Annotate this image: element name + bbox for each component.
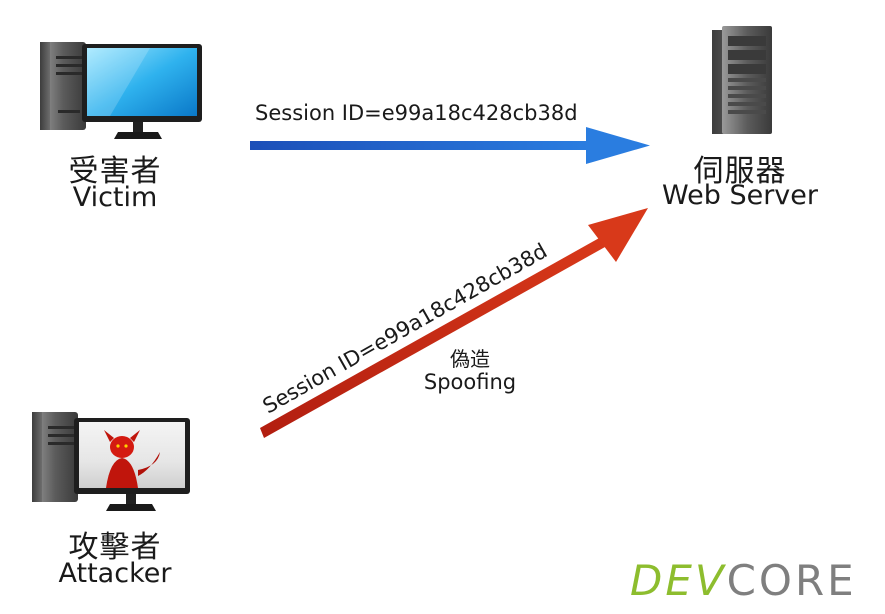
logo-dev: DEV [630, 556, 727, 605]
victim-request-arrow [250, 127, 650, 164]
attacker-computer-icon [32, 412, 190, 511]
victim-computer-icon [40, 42, 202, 139]
victim-name-en: Victim [72, 182, 158, 213]
attacker-request-arrow [260, 208, 648, 438]
victim-session-label: Session ID=e99a18c428cb38d [255, 101, 578, 125]
spoofing-label-en: Spoofing [423, 370, 517, 394]
spoofing-label-zh: 偽造 [450, 347, 490, 371]
attacker-name-en: Attacker [58, 558, 172, 589]
server-name-en: Web Server [662, 180, 818, 211]
server-icon [712, 26, 772, 134]
devcore-logo: DEVCORE [630, 556, 857, 605]
logo-core: CORE [726, 556, 857, 605]
